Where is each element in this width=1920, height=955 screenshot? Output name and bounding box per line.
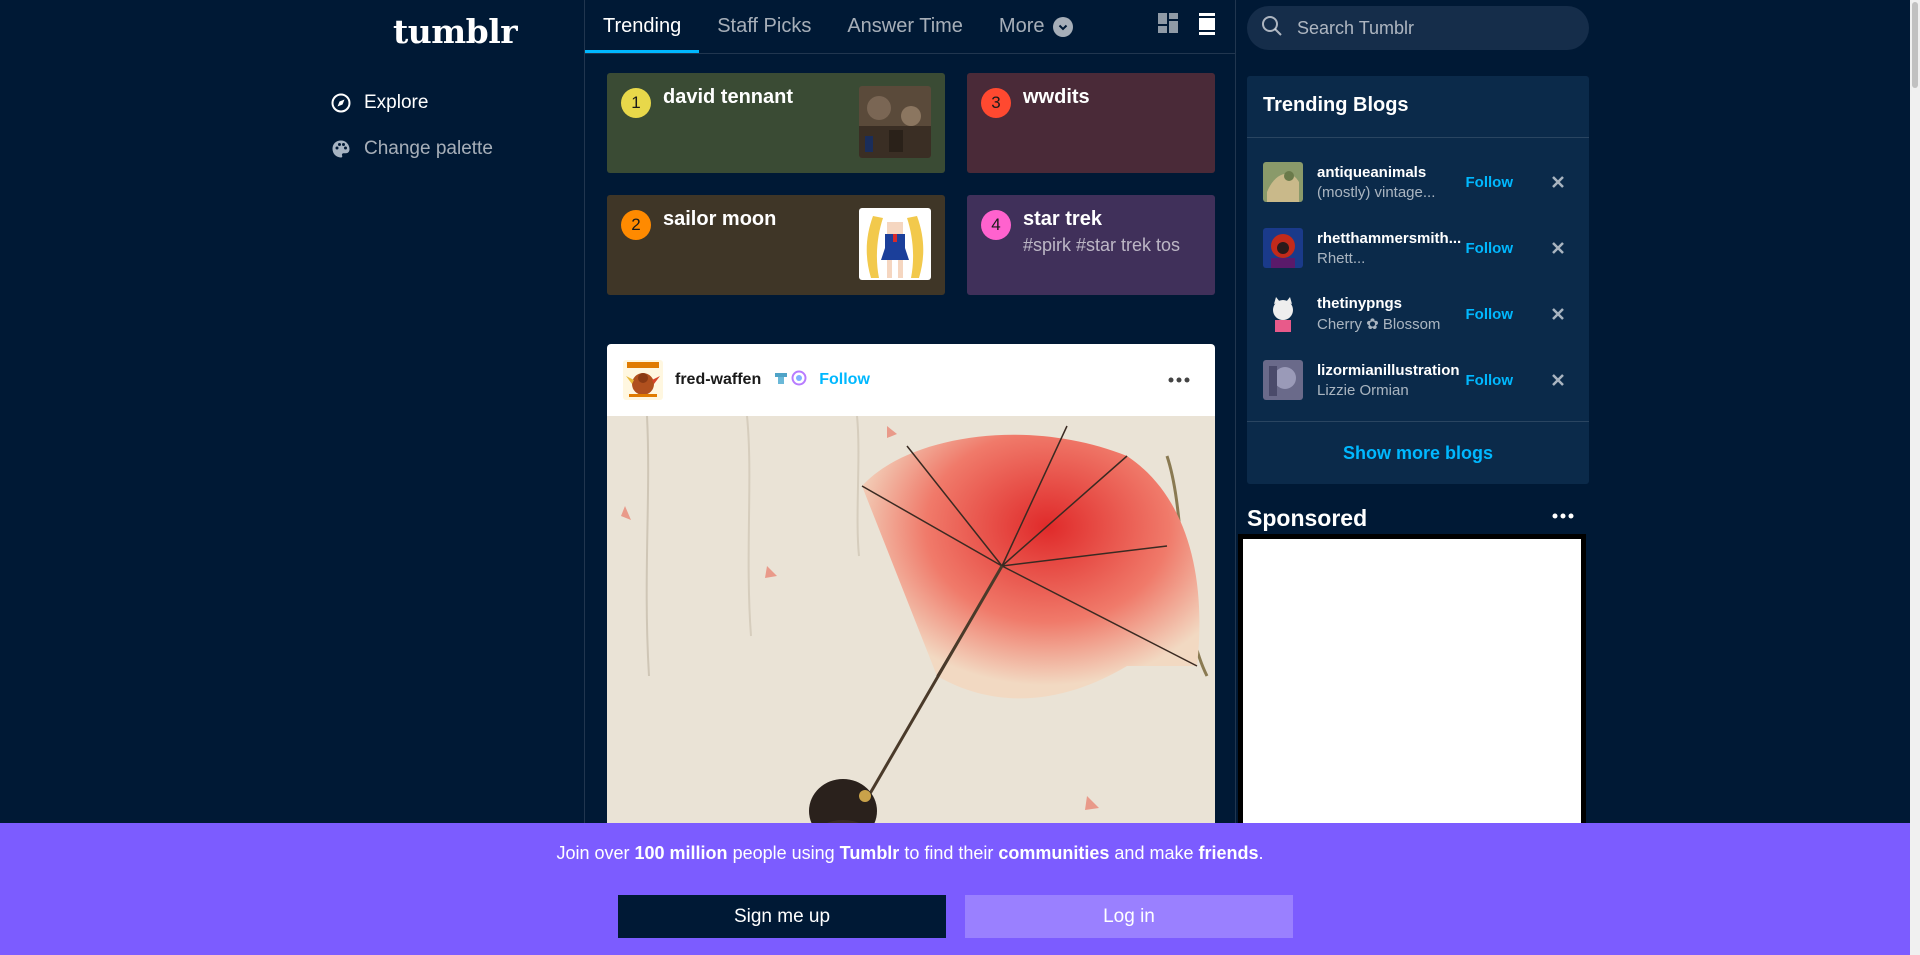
trending-thumbnail: [859, 86, 931, 158]
close-icon[interactable]: [1551, 175, 1565, 189]
tab-label: Answer Time: [847, 15, 963, 37]
banner-text: and make: [1109, 843, 1199, 863]
blog-name[interactable]: thetinypngs: [1317, 295, 1467, 312]
trending-topics: 1 david tennant 3 wwdits 2 sailor moon 4…: [607, 73, 1215, 295]
sidebar-item-label: Change palette: [364, 138, 493, 159]
main-column: Trending Staff Picks Answer Time More 1 …: [584, 0, 1236, 955]
trending-tags: #spirk #star trek tos: [1023, 235, 1181, 255]
trending-thumbnail: [859, 208, 931, 280]
badge-icon: [791, 370, 807, 391]
log-in-button[interactable]: Log in: [965, 895, 1293, 938]
blog-description: Rhett...: [1317, 249, 1366, 267]
explore-tabs: Trending Staff Picks Answer Time More: [585, 0, 1235, 54]
blog-row[interactable]: lizormianillustration Lizzie Ormian Foll…: [1247, 347, 1589, 413]
rank-badge: 4: [981, 210, 1011, 240]
blog-name[interactable]: antiqueanimals: [1317, 164, 1467, 181]
sidebar-item-label: Explore: [364, 92, 429, 113]
blog-name[interactable]: rhetthammersmith...: [1317, 230, 1467, 247]
sponsored-ad[interactable]: [1238, 534, 1586, 830]
trending-blogs-title: Trending Blogs: [1247, 76, 1589, 138]
blog-row[interactable]: rhetthammersmith... Rhett... Follow: [1247, 215, 1589, 281]
rank-badge: 1: [621, 88, 651, 118]
sidebar-item-change-palette[interactable]: Change palette: [331, 126, 493, 172]
badge-icon: [773, 370, 789, 391]
blog-row[interactable]: antiqueanimals (mostly) vintage... Follo…: [1247, 149, 1589, 215]
rank-badge: 2: [621, 210, 651, 240]
trending-card-1[interactable]: 1 david tennant: [607, 73, 945, 173]
post-avatar[interactable]: [623, 360, 663, 400]
blog-text: antiqueanimals (mostly) vintage...: [1317, 164, 1467, 201]
blog-name[interactable]: lizormianillustration: [1317, 362, 1467, 379]
trending-card-2[interactable]: 2 sailor moon: [607, 195, 945, 295]
banner-text: to find their: [899, 843, 999, 863]
post-blog-name[interactable]: fred-waffen: [675, 371, 761, 389]
sign-up-button[interactable]: Sign me up: [618, 895, 946, 938]
trending-blogs-list: antiqueanimals (mostly) vintage... Follo…: [1247, 138, 1589, 413]
signup-banner: Join over 100 million people using Tumbl…: [0, 823, 1910, 955]
close-icon[interactable]: [1551, 241, 1565, 255]
signup-message: Join over 100 million people using Tumbl…: [0, 843, 1820, 864]
banner-text: people using: [727, 843, 840, 863]
blog-description: Cherry ✿ Blossom: [1317, 316, 1441, 333]
trending-card-4[interactable]: 4 star trek #spirk #star trek tos: [967, 195, 1215, 295]
search-icon: [1261, 15, 1283, 42]
tab-more[interactable]: More: [981, 0, 1091, 53]
show-more-blogs-button[interactable]: Show more blogs: [1247, 421, 1589, 484]
tab-label: Trending: [603, 15, 682, 37]
search-bar[interactable]: [1247, 6, 1589, 50]
post-header: fred-waffen Follow: [607, 344, 1215, 416]
close-icon[interactable]: [1551, 373, 1565, 387]
search-input[interactable]: [1297, 17, 1557, 39]
scrollbar-thumb[interactable]: [1912, 2, 1918, 88]
blog-text: lizormianillustration Lizzie Ormian: [1317, 362, 1467, 399]
post-image[interactable]: [607, 415, 1215, 844]
tab-trending[interactable]: Trending: [585, 0, 700, 53]
close-icon[interactable]: [1551, 307, 1565, 321]
follow-button[interactable]: Follow: [1466, 372, 1514, 389]
trending-blogs-panel: Trending Blogs antiqueanimals (mostly) v…: [1247, 76, 1589, 484]
post-follow-button[interactable]: Follow: [819, 371, 870, 389]
sidebar-nav: Explore Change palette: [331, 80, 493, 172]
blog-avatar[interactable]: [1263, 294, 1303, 334]
banner-text-bold: 100 million: [634, 843, 728, 863]
follow-button[interactable]: Follow: [1466, 174, 1514, 191]
trending-title: wwdits: [1023, 86, 1090, 108]
blog-text: rhetthammersmith... Rhett...: [1317, 230, 1467, 267]
more-options-icon[interactable]: [1167, 370, 1191, 390]
banner-text-bold: friends: [1198, 843, 1259, 863]
list-view-icon[interactable]: [1197, 12, 1219, 36]
tab-staff-picks[interactable]: Staff Picks: [699, 0, 829, 53]
blog-text: thetinypngs Cherry ✿ Blossom: [1317, 295, 1467, 333]
blog-avatar[interactable]: [1263, 360, 1303, 400]
tab-label: More: [998, 15, 1045, 37]
sidebar-item-explore[interactable]: Explore: [331, 80, 493, 126]
tab-label: Staff Picks: [717, 15, 812, 37]
blog-description: (mostly) vintage...: [1317, 183, 1436, 201]
compass-icon: [331, 93, 351, 113]
banner-text: Join over: [556, 843, 635, 863]
banner-text-bold: Tumblr: [839, 843, 900, 863]
rank-badge: 3: [981, 88, 1011, 118]
blog-avatar[interactable]: [1263, 162, 1303, 202]
post-card: fred-waffen Follow: [607, 344, 1215, 844]
grid-view-icon[interactable]: [1157, 12, 1179, 36]
palette-icon: [331, 139, 351, 159]
blog-avatar[interactable]: [1263, 228, 1303, 268]
tumblr-logo[interactable]: tumblr: [393, 12, 518, 51]
follow-button[interactable]: Follow: [1466, 306, 1514, 323]
post-badges: [773, 370, 807, 391]
more-options-icon[interactable]: [1551, 506, 1575, 526]
chevron-down-icon: [1052, 16, 1073, 37]
blog-row[interactable]: thetinypngs Cherry ✿ Blossom Follow: [1247, 281, 1589, 347]
banner-text: .: [1258, 843, 1264, 863]
page-scrollbar[interactable]: [1910, 0, 1920, 955]
sponsored-title: Sponsored: [1247, 505, 1368, 531]
follow-button[interactable]: Follow: [1466, 240, 1514, 257]
view-toggles: [1157, 12, 1219, 36]
blog-description: Lizzie Ormian: [1317, 381, 1409, 399]
banner-text-bold: communities: [998, 843, 1110, 863]
trending-title: star trek: [1023, 208, 1102, 230]
trending-card-3[interactable]: 3 wwdits: [967, 73, 1215, 173]
tab-answer-time[interactable]: Answer Time: [829, 0, 981, 53]
